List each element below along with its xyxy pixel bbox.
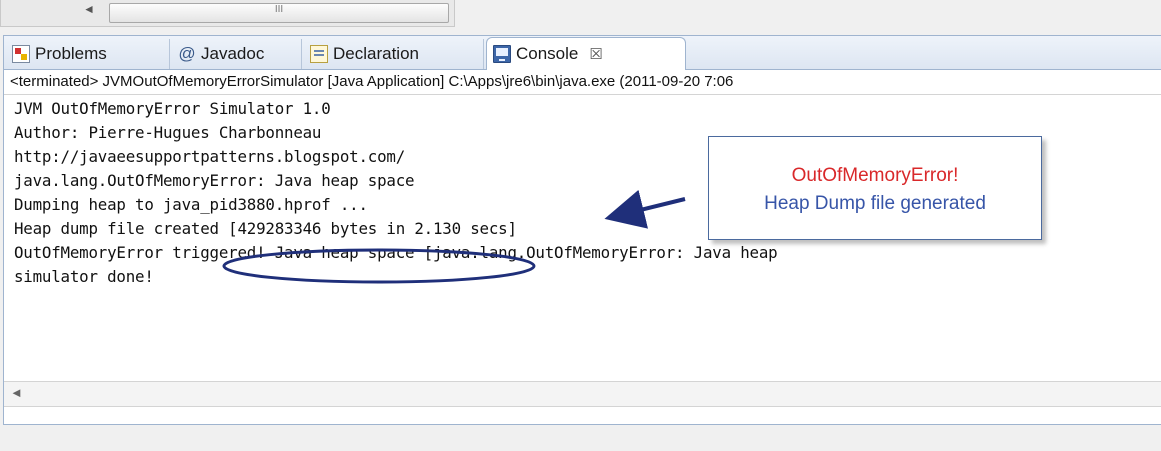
annotation-callout: OutOfMemoryError! Heap Dump file generat…: [708, 136, 1042, 240]
editor-horizontal-scrollbar[interactable]: ◄ III: [0, 0, 455, 27]
at-icon: @: [178, 44, 196, 63]
console-horizontal-scrollbar[interactable]: ◄: [4, 381, 1161, 407]
console-line: http://javaeesupportpatterns.blogspot.co…: [14, 147, 406, 166]
console-icon: [493, 45, 511, 63]
console-line: java.lang.OutOfMemoryError: Java heap sp…: [14, 171, 415, 190]
tab-declaration[interactable]: Declaration: [304, 39, 484, 69]
callout-subtitle: Heap Dump file generated: [764, 193, 986, 214]
top-area: ◄ III: [0, 0, 1161, 30]
scrollbar-grip: III: [274, 4, 284, 15]
tab-javadoc[interactable]: @ Javadoc: [172, 39, 302, 69]
tab-label: Console: [516, 44, 579, 63]
declaration-icon: [310, 45, 328, 63]
process-status-line: <terminated> JVMOutOfMemoryErrorSimulato…: [4, 70, 1161, 94]
close-icon[interactable]: ☒: [589, 45, 602, 63]
console-line: Dumping heap to java_pid3880.hprof ...: [14, 195, 368, 214]
scroll-left-arrow-icon[interactable]: ◄: [10, 385, 23, 400]
console-line: Heap dump file created [429283346 bytes …: [14, 219, 517, 238]
tab-problems[interactable]: Problems: [6, 39, 170, 69]
tab-label: Problems: [35, 44, 107, 63]
console-line: simulator done!: [14, 267, 154, 286]
tab-console[interactable]: Console ☒: [486, 37, 686, 70]
console-line: Author: Pierre-Hugues Charbonneau: [14, 123, 322, 142]
scrollbar-thumb[interactable]: III: [109, 3, 449, 23]
scroll-left-arrow-icon[interactable]: ◄: [83, 2, 95, 16]
callout-title: OutOfMemoryError!: [791, 165, 959, 186]
problems-icon: [12, 45, 30, 63]
console-line: OutOfMemoryError triggered! Java heap sp…: [14, 243, 778, 262]
console-line: JVM OutOfMemoryError Simulator 1.0: [14, 99, 331, 118]
tab-label: Javadoc: [201, 44, 265, 63]
view-tab-bar: Problems @ Javadoc Declaration Console ☒: [4, 36, 1161, 70]
tab-label: Declaration: [333, 44, 419, 63]
